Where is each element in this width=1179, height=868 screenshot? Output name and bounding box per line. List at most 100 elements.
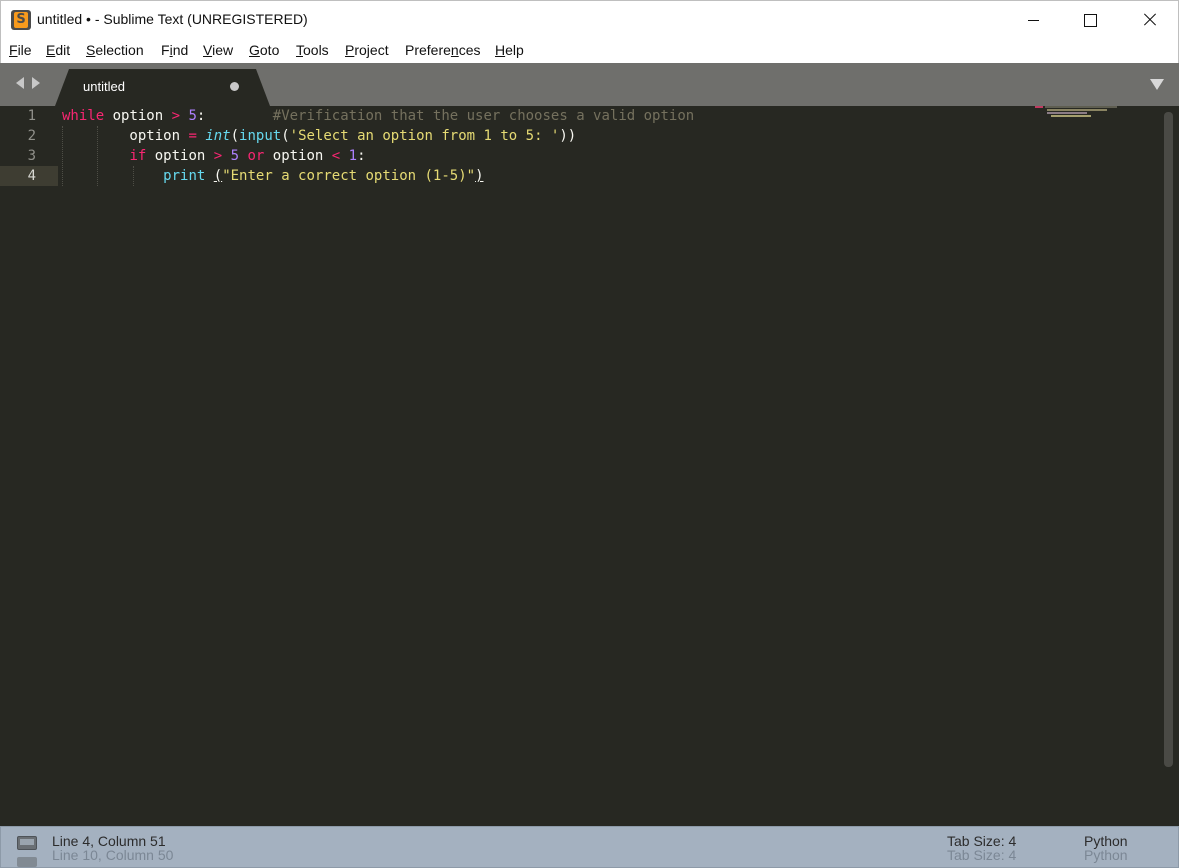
minimap[interactable]	[1035, 106, 1125, 120]
tab-label: untitled	[83, 79, 125, 94]
status-bar: Line 10, Column 50 Tab Size: 4 Python Li…	[0, 826, 1179, 868]
code-line[interactable]: while option > 5: #Verification that the…	[62, 106, 694, 126]
tab-list-dropdown-icon[interactable]	[1150, 79, 1164, 90]
status-syntax[interactable]: Python	[1084, 833, 1128, 849]
code-token: )	[475, 168, 484, 184]
code-token: 'Select an option from 1 to 5: '	[289, 128, 560, 144]
scrollbar-thumb[interactable]	[1164, 112, 1173, 767]
menu-bar: File Edit Selection Find View Goto Tools…	[0, 38, 1179, 63]
menu-label-rest: roject	[354, 42, 389, 58]
line-number-gutter: 1 2 3 4	[0, 106, 58, 826]
arrow-right-icon[interactable]	[32, 77, 40, 89]
code-token: 1	[348, 148, 358, 164]
code-token: input	[239, 128, 282, 144]
code-token: (	[281, 128, 290, 144]
minimap-line	[1051, 115, 1091, 117]
code-token: >	[171, 108, 181, 124]
arrow-left-icon[interactable]	[16, 77, 24, 89]
menu-project[interactable]: Project	[345, 42, 389, 58]
code-token: ))	[559, 128, 577, 144]
menu-label-rest: ile	[17, 42, 32, 58]
code-token: :	[196, 108, 273, 124]
vertical-scrollbar[interactable]	[1164, 110, 1173, 820]
menu-selection[interactable]: Selection	[86, 42, 144, 58]
close-icon[interactable]	[1120, 1, 1178, 39]
menu-accel: P	[345, 42, 355, 58]
code-token: <	[331, 148, 341, 164]
code-line[interactable]: if option > 5 or option < 1:	[62, 146, 366, 166]
menu-tools[interactable]: Tools	[296, 42, 329, 58]
code-line[interactable]: option = int(input('Select an option fro…	[62, 126, 576, 146]
sublime-text-icon[interactable]: S	[11, 10, 31, 30]
code-token: print	[163, 168, 206, 184]
panel-toggle-ghost-icon	[17, 857, 37, 867]
menu-preferences[interactable]: Preferences	[405, 42, 481, 58]
minimize-icon[interactable]	[1005, 1, 1063, 39]
menu-accel: F	[9, 42, 18, 58]
status-tab-size-ghost: Tab Size: 4	[947, 847, 1017, 863]
panel-toggle-icon[interactable]	[17, 836, 37, 850]
minimap-line	[1047, 112, 1087, 114]
tab-bar: untitled	[0, 63, 1179, 106]
menu-label-pre: F	[161, 42, 170, 58]
line-number: 1	[27, 108, 36, 124]
tab-untitled[interactable]: untitled	[55, 69, 270, 106]
code-token: 5	[230, 148, 240, 164]
menu-label-pre: Prefere	[405, 42, 451, 58]
menu-view[interactable]: View	[203, 42, 233, 58]
app-icon-letter: S	[14, 12, 28, 28]
menu-label-rest: oto	[259, 42, 280, 58]
menu-label-rest: iew	[212, 42, 234, 58]
code-token: if	[129, 148, 147, 164]
status-position-ghost: Line 10, Column 50	[52, 847, 174, 863]
status-position: Line 4, Column 51	[52, 833, 166, 849]
code-token: option	[62, 128, 189, 144]
line-number-active: 4	[0, 166, 58, 186]
code-token: or	[247, 148, 265, 164]
minimap-line	[1047, 109, 1107, 111]
line-number: 2	[27, 128, 36, 144]
code-token: =	[188, 128, 197, 144]
code-token: #Verification that the user chooses a va…	[272, 108, 695, 124]
menu-file[interactable]: File	[9, 42, 32, 58]
minimap-line	[1035, 106, 1043, 108]
tab-nav	[12, 75, 52, 93]
title-bar: S untitled • - Sublime Text (UNREGISTERE…	[0, 0, 1179, 38]
line-number: 3	[27, 148, 36, 164]
menu-goto[interactable]: Goto	[249, 42, 279, 58]
code-token: (	[230, 128, 240, 144]
code-token: "Enter a correct option (1-5)"	[222, 168, 476, 184]
menu-label-rest: election	[95, 42, 144, 58]
minimap-line	[1045, 106, 1117, 108]
code-token: 5	[188, 108, 197, 124]
menu-accel: E	[46, 42, 56, 58]
code-token: option	[264, 148, 332, 164]
menu-label-rest: nd	[172, 42, 189, 58]
menu-accel: G	[249, 42, 260, 58]
maximize-icon[interactable]	[1061, 1, 1119, 39]
editor[interactable]: 1 2 3 4 while option > 5: #Verification …	[0, 106, 1179, 826]
status-tab-size[interactable]: Tab Size: 4	[947, 833, 1016, 849]
menu-label-rest: dit	[55, 42, 71, 58]
code-token: (	[213, 168, 223, 184]
menu-label-rest: ces	[458, 42, 481, 58]
code-line-active[interactable]: print ("Enter a correct option (1-5)")	[62, 166, 484, 186]
menu-label-rest: ools	[303, 42, 329, 58]
menu-label-rest: elp	[505, 42, 524, 58]
code-token: int	[205, 128, 231, 144]
unsaved-dot-icon[interactable]	[230, 82, 239, 91]
menu-accel: T	[296, 42, 303, 58]
menu-accel: S	[86, 42, 96, 58]
code-token: :	[357, 148, 366, 164]
menu-help[interactable]: Help	[495, 42, 524, 58]
menu-accel: V	[203, 42, 213, 58]
menu-find[interactable]: Find	[161, 42, 188, 58]
menu-accel: n	[450, 42, 459, 58]
menu-edit[interactable]: Edit	[46, 42, 70, 58]
code-token: while	[62, 108, 105, 124]
